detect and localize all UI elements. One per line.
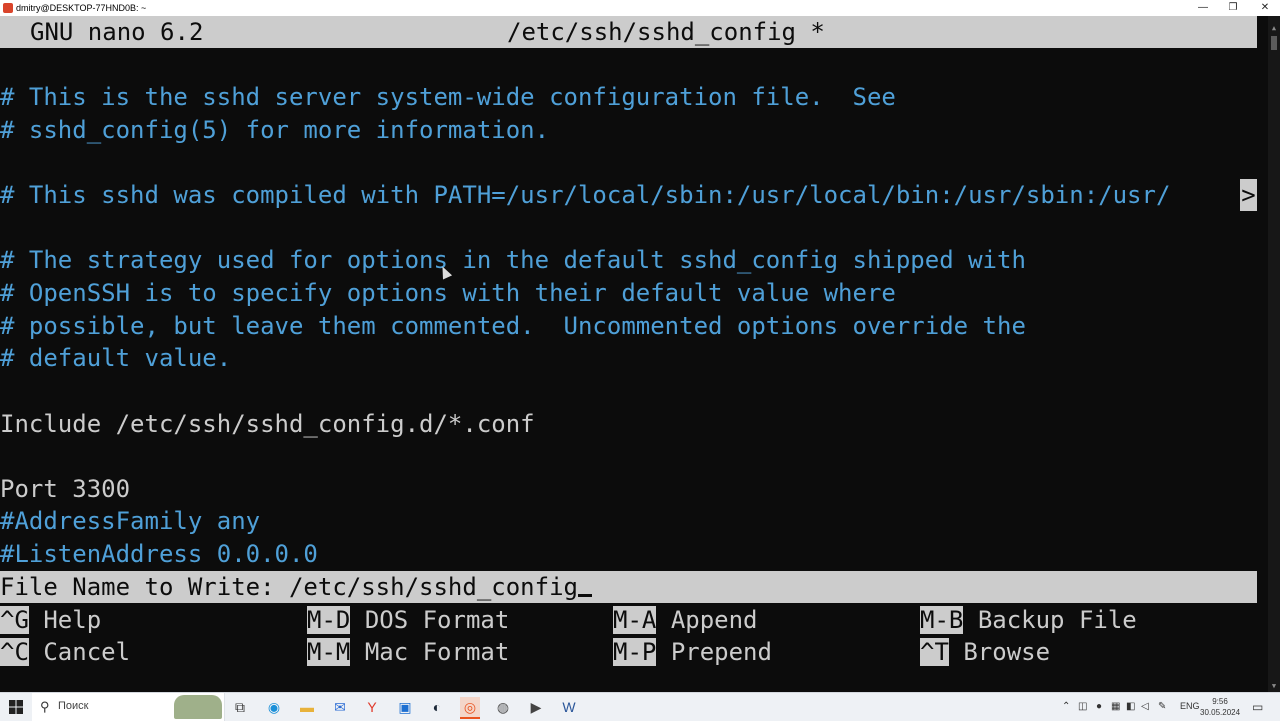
prompt-label: File Name to Write: bbox=[0, 573, 289, 601]
editor-line[interactable]: # default value. bbox=[0, 342, 231, 374]
editor-line[interactable]: # This is the sshd server system-wide co… bbox=[0, 81, 896, 113]
notifications-icon[interactable]: ▭ bbox=[1252, 700, 1263, 714]
clock-time: 9:56 bbox=[1212, 697, 1228, 706]
language-indicator[interactable]: ENG bbox=[1180, 701, 1200, 711]
shortcut-label: Prepend bbox=[670, 638, 772, 666]
text-cursor bbox=[577, 594, 592, 597]
shortcut-label: Append bbox=[670, 606, 758, 634]
network-icon[interactable]: ▦ bbox=[1111, 700, 1120, 714]
editor-line[interactable]: #ListenAddress 0.0.0.0 bbox=[0, 538, 318, 570]
shortcut-key: ^T bbox=[920, 638, 949, 666]
ubuntu-app-icon bbox=[3, 3, 13, 13]
shortcut-cancel[interactable]: ^C Cancel bbox=[0, 636, 130, 668]
edge-icon[interactable]: ◉ bbox=[264, 697, 284, 717]
nano-title-bar: GNU nano 6.2 /etc/ssh/sshd_config * bbox=[0, 16, 1257, 48]
shortcut-label: Help bbox=[43, 606, 102, 634]
filename-input[interactable]: /etc/ssh/sshd_config bbox=[289, 573, 578, 601]
line-overflow-marker: > bbox=[1240, 179, 1257, 211]
shortcut-label: Browse bbox=[963, 638, 1051, 666]
editor-line[interactable]: # The strategy used for options in the d… bbox=[0, 244, 1026, 276]
editor-line[interactable]: # possible, but leave them commented. Un… bbox=[0, 310, 1026, 342]
shortcut-browse[interactable]: ^T Browse bbox=[920, 636, 1050, 668]
mail-icon[interactable]: ✉ bbox=[330, 697, 350, 717]
search-placeholder: Поиск bbox=[58, 700, 89, 712]
shortcut-key: M-A bbox=[613, 606, 657, 634]
file-explorer-icon[interactable]: ▬ bbox=[297, 697, 317, 717]
editor-line[interactable]: # sshd_config(5) for more information. bbox=[0, 114, 549, 146]
store-icon[interactable]: ▣ bbox=[395, 697, 415, 717]
shortcut-key: M-P bbox=[613, 638, 657, 666]
shortcut-key: M-D bbox=[307, 606, 351, 634]
editor-line[interactable]: Port 3300 bbox=[0, 473, 130, 505]
nano-filename: /etc/ssh/sshd_config * bbox=[507, 18, 825, 46]
terminal-scrollbar[interactable]: ▲ ▼ bbox=[1268, 16, 1280, 692]
word-icon[interactable]: W bbox=[559, 697, 579, 717]
editor-line[interactable]: # This sshd was compiled with PATH=/usr/… bbox=[0, 179, 1170, 211]
shortcut-key: ^G bbox=[0, 606, 29, 634]
microphone-icon[interactable]: ● bbox=[1096, 700, 1102, 714]
shortcut-key: ^C bbox=[0, 638, 29, 666]
shortcut-label: Mac Format bbox=[364, 638, 510, 666]
shortcut-mac-format[interactable]: M-M Mac Format bbox=[307, 636, 509, 668]
windows-start-icon[interactable] bbox=[6, 697, 26, 717]
shortcut-label: Backup File bbox=[977, 606, 1137, 634]
maximize-button[interactable]: ❐ bbox=[1218, 0, 1248, 16]
shortcut-help[interactable]: ^G Help bbox=[0, 604, 101, 636]
search-highlight-image bbox=[174, 695, 222, 719]
shortcut-prepend[interactable]: M-P Prepend bbox=[613, 636, 772, 668]
scrollbar-thumb[interactable] bbox=[1271, 36, 1277, 50]
scroll-down-arrow-icon[interactable]: ▼ bbox=[1270, 682, 1278, 690]
task-view-icon[interactable]: ⧉ bbox=[230, 697, 250, 717]
shortcut-label: Cancel bbox=[43, 638, 131, 666]
show-hidden-icons-chevron-icon[interactable]: ⌃ bbox=[1062, 700, 1070, 714]
system-clock[interactable]: 9:56 30.05.2024 bbox=[1200, 696, 1240, 718]
volume-icon[interactable]: ◁ bbox=[1141, 700, 1149, 714]
camera-icon[interactable]: ◫ bbox=[1078, 700, 1087, 714]
pen-icon[interactable]: ✎ bbox=[1158, 700, 1166, 714]
search-icon: ⚲ bbox=[40, 699, 50, 714]
windows-taskbar: ⚲ Поиск ⧉ ◉ ▬ ✉ Y ▣ ◐ ◎ ◍ ▶ W ⌃ ◫ ● ▦ ◧ ◁ ✎ ENG 9:… bbox=[0, 692, 1280, 721]
steam-icon[interactable]: ◐ bbox=[427, 697, 447, 717]
write-file-prompt[interactable]: File Name to Write: /etc/ssh/sshd_config bbox=[0, 571, 1257, 603]
ubuntu-terminal-icon[interactable]: ◎ bbox=[460, 697, 480, 719]
shortcut-dos-format[interactable]: M-D DOS Format bbox=[307, 604, 509, 636]
shortcut-label: DOS Format bbox=[364, 606, 510, 634]
editor-line[interactable]: Include /etc/ssh/sshd_config.d/*.conf bbox=[0, 408, 535, 440]
close-button[interactable]: ✕ bbox=[1250, 0, 1280, 16]
taskbar-search-box[interactable]: ⚲ Поиск bbox=[32, 693, 225, 721]
media-player-icon[interactable]: ▶ bbox=[526, 697, 546, 717]
terminal-window: dmitry@DESKTOP-77HND0B: ~ — ❐ ✕ GNU nano… bbox=[0, 0, 1280, 692]
window-title: dmitry@DESKTOP-77HND0B: ~ bbox=[16, 3, 147, 13]
editor-line[interactable]: #AddressFamily any bbox=[0, 505, 260, 537]
clock-date: 30.05.2024 bbox=[1200, 708, 1241, 717]
scroll-up-arrow-icon[interactable]: ▲ bbox=[1270, 24, 1278, 32]
nano-version: GNU nano 6.2 bbox=[30, 18, 204, 46]
shortcut-append[interactable]: M-A Append bbox=[613, 604, 758, 636]
yandex-browser-icon[interactable]: Y bbox=[362, 697, 382, 717]
shortcut-backup-file[interactable]: M-B Backup File bbox=[920, 604, 1137, 636]
shortcut-key: M-B bbox=[920, 606, 964, 634]
editor-line[interactable]: # OpenSSH is to specify options with the… bbox=[0, 277, 896, 309]
camera-settings-icon[interactable]: ◧ bbox=[1126, 700, 1135, 714]
window-titlebar[interactable]: dmitry@DESKTOP-77HND0B: ~ — ❐ ✕ bbox=[0, 0, 1280, 16]
shortcut-key: M-M bbox=[307, 638, 351, 666]
chrome-debug-icon[interactable]: ◍ bbox=[493, 697, 513, 717]
minimize-button[interactable]: — bbox=[1188, 0, 1218, 16]
